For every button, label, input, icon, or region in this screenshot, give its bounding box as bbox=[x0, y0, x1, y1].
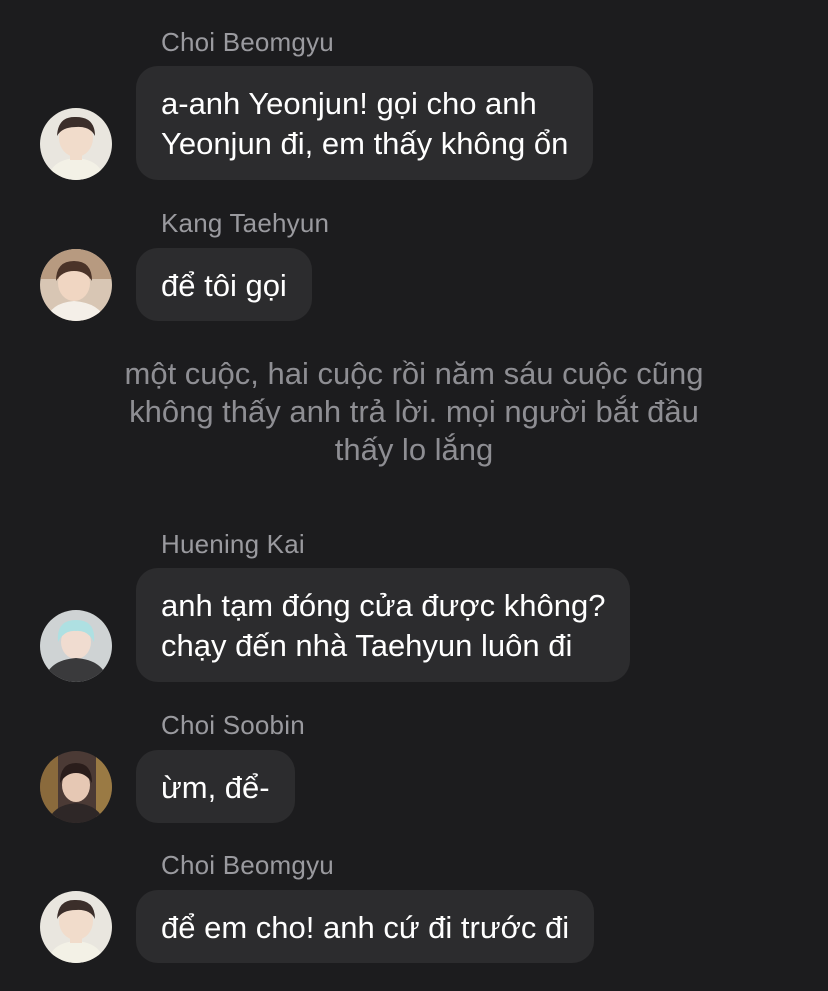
message-line: ừm, để- bbox=[161, 770, 270, 805]
avatar[interactable] bbox=[40, 249, 112, 321]
avatar[interactable] bbox=[40, 751, 112, 823]
message-line: a-anh Yeonjun! gọi cho anh bbox=[161, 86, 537, 121]
sender-name: Huening Kai bbox=[161, 529, 305, 559]
narration-line: thấy lo lắng bbox=[334, 432, 494, 467]
message-line: Yeonjun đi, em thấy không ổn bbox=[161, 126, 569, 161]
narration-line: một cuộc, hai cuộc rồi năm sáu cuộc cũng bbox=[124, 356, 704, 391]
avatar-photo-taehyun-icon bbox=[40, 249, 112, 321]
message-line: để tôi gọi bbox=[161, 268, 287, 303]
sender-name: Choi Beomgyu bbox=[161, 850, 334, 880]
sender-name: Choi Soobin bbox=[161, 710, 305, 740]
avatar[interactable] bbox=[40, 108, 112, 180]
message-line: anh tạm đóng cửa được không? bbox=[161, 588, 606, 623]
message-line: để em cho! anh cứ đi trước đi bbox=[161, 910, 570, 945]
message-bubble[interactable]: để tôi gọi bbox=[136, 248, 312, 321]
sender-name: Choi Beomgyu bbox=[161, 27, 334, 57]
avatar-photo-hueningkai-icon bbox=[40, 610, 112, 682]
avatar-photo-beomgyu-icon bbox=[40, 891, 112, 963]
narration-text: một cuộc, hai cuộc rồi năm sáu cuộc cũng… bbox=[0, 355, 828, 469]
sender-name: Kang Taehyun bbox=[161, 208, 330, 238]
avatar-photo-beomgyu-icon bbox=[40, 108, 112, 180]
message-bubble[interactable]: ừm, để- bbox=[136, 750, 295, 823]
avatar[interactable] bbox=[40, 610, 112, 682]
message-bubble[interactable]: a-anh Yeonjun! gọi cho anh Yeonjun đi, e… bbox=[136, 66, 594, 180]
avatar-photo-soobin-icon bbox=[40, 751, 112, 823]
narration-line: không thấy anh trả lời. mọi người bắt đầ… bbox=[129, 394, 699, 429]
message-bubble[interactable]: để em cho! anh cứ đi trước đi bbox=[136, 890, 595, 963]
avatar[interactable] bbox=[40, 891, 112, 963]
message-line: chạy đến nhà Taehyun luôn đi bbox=[161, 628, 573, 663]
message-bubble[interactable]: anh tạm đóng cửa được không? chạy đến nh… bbox=[136, 568, 631, 682]
